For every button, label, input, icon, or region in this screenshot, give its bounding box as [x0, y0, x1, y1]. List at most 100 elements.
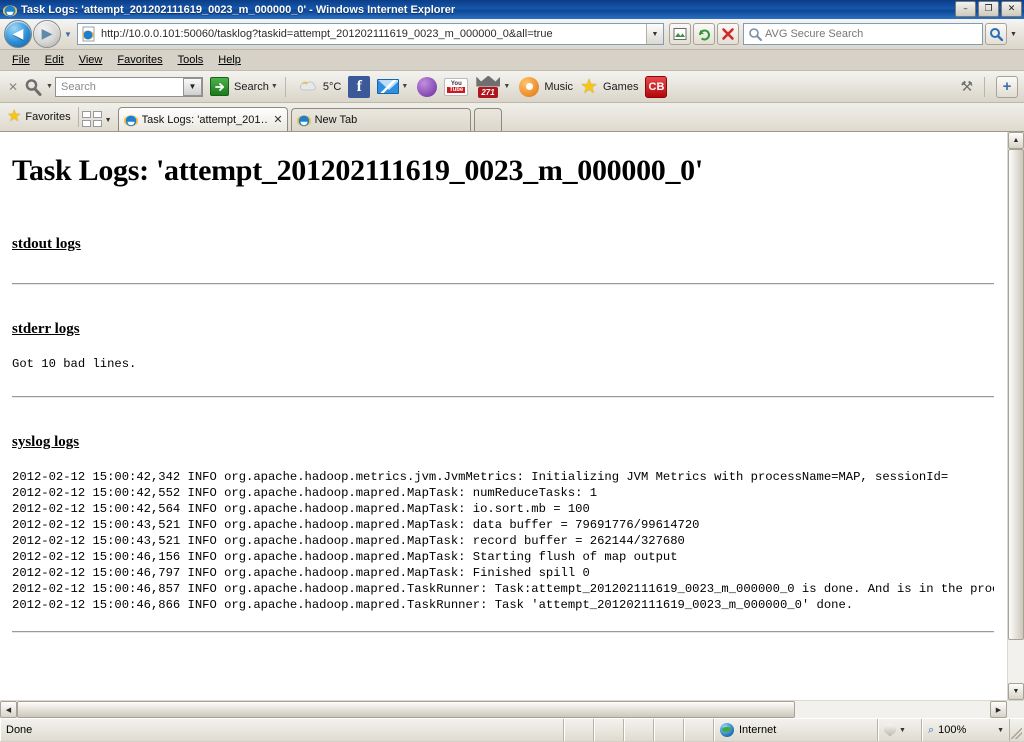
add-toolbar-button[interactable]: +: [996, 75, 1018, 98]
scroll-right-button[interactable]: ▶: [990, 701, 1007, 718]
status-message: Done: [0, 719, 564, 741]
vertical-scroll-track[interactable]: [1008, 149, 1024, 683]
page-icon: [82, 26, 95, 42]
avg-magnifier-caret[interactable]: ▼: [44, 83, 55, 90]
favorites-and-tabs-bar: ★ Favorites ▼ Task Logs: 'attempt_201… ✕…: [0, 103, 1024, 132]
status-bar: Done Internet ▼ ⌕ 100% ▼: [0, 718, 1024, 741]
tab-close-icon[interactable]: ✕: [273, 113, 282, 126]
menu-item-edit[interactable]: Edit: [39, 52, 73, 68]
restore-button[interactable]: ❐: [978, 1, 999, 17]
resize-grip[interactable]: [1010, 719, 1024, 741]
syslog-section: syslog logs 2012-02-12 15:00:42,342 INFO…: [12, 434, 994, 633]
horizontal-scroll-thumb[interactable]: [17, 701, 796, 718]
avg-magnifier-icon[interactable]: [22, 78, 44, 96]
menu-item-file-label: File: [12, 54, 30, 66]
music-label[interactable]: Music: [544, 81, 573, 93]
horizontal-scrollbar[interactable]: ◀ ▶: [0, 700, 1024, 718]
tab-new-tab[interactable]: New Tab: [290, 108, 471, 131]
music-button[interactable]: [519, 76, 540, 97]
menu-item-help[interactable]: Help: [212, 52, 250, 68]
browser-orb-button[interactable]: [417, 76, 438, 97]
favorites-button[interactable]: ★ Favorites: [4, 104, 78, 129]
protected-mode-indicator[interactable]: ▼: [878, 719, 922, 741]
weather-temperature: 5°C: [322, 80, 342, 93]
settings-wrench-icon[interactable]: ⚒: [960, 78, 973, 95]
syslog-divider: [12, 631, 994, 633]
syslog-log-text: 2012-02-12 15:00:42,342 INFO org.apache.…: [12, 470, 994, 612]
vertical-scroll-thumb[interactable]: [1008, 149, 1024, 641]
new-tab-button[interactable]: [473, 108, 502, 131]
globe-icon: [720, 723, 734, 737]
scroll-down-button[interactable]: ▼: [1008, 683, 1024, 700]
notifications-caret[interactable]: ▼: [501, 83, 512, 90]
compatibility-view-button[interactable]: [669, 23, 691, 45]
scroll-up-button[interactable]: ▲: [1008, 132, 1024, 149]
browser-content-area: Task Logs: 'attempt_201202111619_0023_m_…: [0, 132, 1024, 700]
back-arrow-icon: ◀: [12, 26, 24, 42]
tab-list-caret[interactable]: ▼: [102, 117, 115, 124]
browser-search-placeholder: AVG Secure Search: [765, 28, 864, 40]
stop-button[interactable]: [717, 23, 739, 45]
status-pad-5: [684, 719, 714, 741]
new-tab-favicon-icon: [296, 115, 311, 127]
close-button[interactable]: ✕: [1001, 1, 1022, 17]
tab-task-logs[interactable]: Task Logs: 'attempt_201… ✕: [117, 107, 288, 131]
address-input[interactable]: http://10.0.0.101:50060/tasklog?taskid=a…: [101, 28, 646, 40]
zoom-control[interactable]: ⌕ 100% ▼: [922, 719, 1010, 741]
facebook-button[interactable]: f: [348, 75, 371, 98]
avg-search-button-label[interactable]: Search: [234, 81, 269, 93]
stdout-heading: stdout logs: [12, 236, 81, 252]
web-page: Task Logs: 'attempt_201202111619_0023_m_…: [0, 132, 1007, 700]
protected-mode-caret[interactable]: ▼: [899, 727, 906, 734]
avg-search-history-dropdown[interactable]: ▼: [183, 77, 202, 96]
quick-tabs-button[interactable]: [81, 111, 102, 127]
menu-item-view[interactable]: View: [73, 52, 112, 68]
mail-button[interactable]: [377, 79, 400, 94]
avg-search-go-button[interactable]: [210, 77, 229, 96]
menu-item-tools[interactable]: Tools: [172, 52, 213, 68]
zoom-caret[interactable]: ▼: [997, 727, 1004, 734]
mail-caret[interactable]: ▼: [399, 83, 410, 90]
scrollbar-corner: [1007, 701, 1024, 718]
scroll-left-button[interactable]: ◀: [0, 701, 17, 718]
cb-button[interactable]: CB: [645, 75, 668, 98]
weather-icon[interactable]: [298, 79, 318, 95]
star-icon: ★: [580, 75, 598, 98]
avg-search-input[interactable]: Search ▼: [55, 76, 203, 97]
address-dropdown-button[interactable]: ▼: [646, 24, 663, 44]
address-bar[interactable]: http://10.0.0.101:50060/tasklog?taskid=a…: [77, 23, 664, 45]
horizontal-scroll-track[interactable]: [17, 701, 990, 718]
avg-toolbar-close-button[interactable]: ✕: [4, 80, 22, 94]
browser-search-submit[interactable]: [985, 23, 1007, 45]
mail-icon: [377, 79, 400, 94]
browser-search-box[interactable]: AVG Secure Search: [743, 23, 983, 45]
menu-item-file[interactable]: File: [6, 52, 39, 68]
security-zone[interactable]: Internet: [714, 719, 878, 741]
weather-sun-cloud-icon: [300, 81, 316, 90]
avg-search-button-caret[interactable]: ▼: [269, 83, 280, 90]
menu-item-edit-label: Edit: [44, 54, 64, 66]
avg-go-arrow-icon: [214, 82, 224, 91]
facebook-icon: f: [348, 75, 371, 98]
forward-button[interactable]: ▶: [33, 20, 61, 48]
crown-icon: 271: [475, 75, 501, 98]
navigation-bar: ◀ ▶ ▼ http://10.0.0.101:50060/tasklog?ta…: [0, 19, 1024, 50]
cb-icon: CB: [645, 75, 668, 98]
notifications-button[interactable]: 271: [475, 75, 501, 98]
vertical-scrollbar[interactable]: ▲ ▼: [1007, 132, 1024, 700]
shield-icon: [884, 723, 896, 737]
youtube-button[interactable]: You Tube: [444, 77, 469, 96]
recent-pages-dropdown[interactable]: ▼: [61, 20, 75, 48]
youtube-icon: You Tube: [444, 77, 469, 96]
games-label[interactable]: Games: [603, 81, 638, 93]
syslog-heading: syslog logs: [12, 434, 80, 450]
forward-arrow-icon: ▶: [41, 26, 53, 42]
compatibility-icon: [673, 28, 687, 40]
avg-right-divider: [984, 76, 985, 97]
minimize-button[interactable]: –: [955, 1, 976, 17]
refresh-button[interactable]: [693, 23, 715, 45]
back-button[interactable]: ◀: [4, 20, 32, 48]
browser-search-provider-caret[interactable]: ▼: [1007, 23, 1020, 45]
games-button[interactable]: ★: [580, 77, 598, 97]
menu-item-favorites[interactable]: Favorites: [111, 52, 171, 68]
